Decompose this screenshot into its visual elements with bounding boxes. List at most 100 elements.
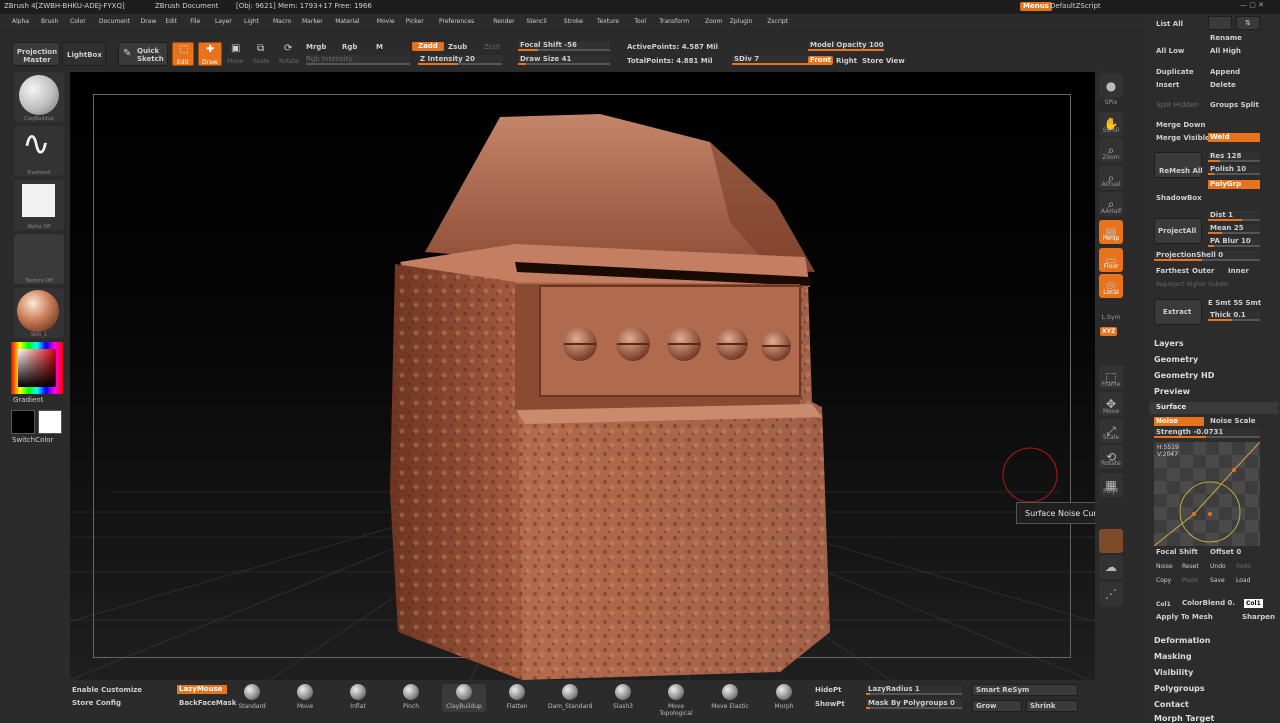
rename-button[interactable]: Rename — [1210, 34, 1242, 43]
menu-item-alpha[interactable]: Alpha — [12, 17, 29, 26]
color-square[interactable] — [18, 349, 56, 387]
menu-item-texture[interactable]: Texture — [597, 17, 619, 26]
sharpen-button[interactable]: Sharpen — [1242, 613, 1275, 622]
shrink-button[interactable]: Shrink — [1026, 700, 1078, 712]
menu-item-material[interactable]: Material — [335, 17, 359, 26]
all-low-button[interactable]: All Low — [1156, 47, 1184, 56]
layers-section[interactable]: Layers — [1154, 339, 1184, 348]
zsub-button[interactable]: Zsub — [448, 43, 467, 52]
curve-copy-button[interactable]: Copy — [1156, 576, 1171, 585]
brush-claybuildup[interactable]: ClayBuildup — [442, 684, 486, 712]
brush-move-topological[interactable]: Move Topological — [654, 684, 698, 717]
showpt-button[interactable]: ShowPt — [815, 700, 845, 709]
curve-load-button[interactable]: Load — [1236, 576, 1250, 585]
menu-item-macro[interactable]: Macro — [273, 17, 291, 26]
polish-slider[interactable]: Polish 10 — [1208, 165, 1260, 175]
duplicate-button[interactable]: Duplicate — [1156, 68, 1194, 77]
curve-reset-button[interactable]: Reset — [1182, 562, 1199, 571]
bpr-button[interactable]: ● — [1099, 74, 1123, 98]
lsym-button[interactable]: L.Sym — [1095, 314, 1127, 321]
projection-master-button[interactable]: Projection Master — [12, 42, 60, 66]
geometry-hd-section[interactable]: Geometry HD — [1154, 371, 1214, 380]
menu-item-preferences[interactable]: Preferences — [439, 17, 474, 26]
col-button[interactable]: Col1 — [1156, 600, 1171, 609]
color-picker[interactable] — [11, 342, 63, 394]
rgb-button[interactable]: Rgb — [342, 43, 357, 52]
offset-slider[interactable]: Offset 0 — [1210, 548, 1241, 557]
noise-scale-slider[interactable]: Noise Scale — [1210, 417, 1255, 426]
smart-resym-button[interactable]: Smart ReSym — [972, 684, 1078, 696]
all-high-button[interactable]: All High — [1210, 47, 1241, 56]
sdiv-slider[interactable]: SDiv 7 — [732, 55, 810, 65]
dynamic-button[interactable]: ⋰ — [1099, 582, 1123, 606]
alpha-picker[interactable]: Alpha Off — [14, 180, 64, 230]
list-all-button[interactable]: List All — [1156, 20, 1183, 29]
merge-visible-button[interactable]: Merge Visible — [1156, 134, 1210, 143]
menu-item-light[interactable]: Light — [244, 17, 259, 26]
solo-button[interactable]: ☁ — [1099, 555, 1123, 579]
draw-size-slider[interactable]: Draw Size 41 — [518, 55, 610, 65]
surface-header[interactable]: Surface — [1150, 402, 1278, 414]
mrgb-button[interactable]: Mrgb — [306, 43, 326, 52]
quick-sketch-button[interactable]: ✎ Quick Sketch — [118, 42, 168, 66]
hidept-button[interactable]: HidePt — [815, 686, 842, 695]
arrow-up-button[interactable] — [1208, 16, 1232, 30]
mask-by-polygroups-slider[interactable]: Mask By Polygroups 0 — [866, 699, 962, 709]
inner-button[interactable]: Inner — [1228, 267, 1249, 276]
color-blend-slider[interactable]: ColorBlend 0. — [1182, 599, 1235, 608]
menu-item-edit[interactable]: Edit — [165, 17, 177, 26]
morph-target-section[interactable]: Morph Target — [1154, 714, 1214, 723]
brush-flatten[interactable]: Flatten — [495, 684, 539, 710]
remesh-all-button[interactable]: ReMesh All — [1154, 152, 1203, 178]
col2-swatch[interactable]: Col1 — [1244, 599, 1263, 608]
default-zscript-button[interactable]: DefaultZScript — [1050, 2, 1101, 11]
switch-color-button[interactable]: SwitchColor — [12, 436, 53, 445]
outer-button[interactable]: Outer — [1192, 267, 1214, 276]
dist-slider[interactable]: Dist 1 — [1208, 211, 1260, 221]
merge-down-button[interactable]: Merge Down — [1156, 121, 1205, 130]
brush-picker[interactable]: ClayBuildup — [14, 72, 64, 122]
brush-slash3[interactable]: Slash3 — [601, 684, 645, 710]
stroke-picker[interactable]: ∿ Freehand — [14, 124, 64, 176]
masking-section[interactable]: Masking — [1154, 652, 1192, 661]
polygroups-section[interactable]: Polygroups — [1154, 684, 1205, 693]
menu-item-zplugin[interactable]: Zplugin — [730, 17, 753, 26]
document-canvas[interactable]: Surface Noise Curve — [70, 72, 1095, 680]
lightbox-button[interactable]: LightBox — [62, 42, 106, 66]
window-controls[interactable]: — ▢ ✕ — [1240, 1, 1264, 10]
texture-picker[interactable]: Texture Off — [14, 234, 64, 284]
brush-dam-standard[interactable]: Dam_Standard — [548, 684, 592, 710]
menu-item-document[interactable]: Document — [99, 17, 130, 26]
z-intensity-slider[interactable]: Z Intensity 20 — [418, 55, 502, 65]
extract-button[interactable]: Extract — [1154, 299, 1202, 325]
menu-item-movie[interactable]: Movie — [377, 17, 395, 26]
brush-morph[interactable]: Morph — [762, 684, 806, 710]
main-color-swatch[interactable] — [38, 410, 62, 434]
store-view-button[interactable]: Store View — [862, 57, 905, 66]
insert-button[interactable]: Insert — [1156, 81, 1179, 90]
res-slider[interactable]: Res 128 — [1208, 152, 1260, 162]
secondary-color-swatch[interactable] — [11, 410, 35, 434]
model-viewport[interactable] — [70, 72, 1095, 680]
menu-item-transform[interactable]: Transform — [659, 17, 689, 26]
model-opacity-slider[interactable]: Model Opacity 100 — [808, 41, 884, 51]
noise-button[interactable]: Noise — [1154, 417, 1204, 426]
rgb-intensity-slider[interactable]: Rgb Intensity — [306, 55, 410, 65]
brush-inflat[interactable]: Inflat — [336, 684, 380, 710]
gradient-toggle[interactable]: Gradient — [13, 396, 43, 405]
scale-mode-button[interactable]: ⧉ Scale — [252, 42, 272, 66]
menu-item-layer[interactable]: Layer — [215, 17, 232, 26]
append-button[interactable]: Append — [1210, 68, 1240, 77]
strength-slider[interactable]: Strength -0.0731 — [1154, 428, 1260, 438]
visibility-section[interactable]: Visibility — [1154, 668, 1193, 677]
groups-split-button[interactable]: Groups Split — [1210, 101, 1259, 110]
menu-item-color[interactable]: Color — [70, 17, 86, 26]
curve-paste-button[interactable]: Paste — [1182, 576, 1198, 585]
apply-to-mesh-button[interactable]: Apply To Mesh — [1156, 613, 1213, 622]
move-mode-button[interactable]: ▣ Move — [226, 42, 246, 66]
menu-item-marker[interactable]: Marker — [302, 17, 323, 26]
menu-item-draw[interactable]: Draw — [141, 17, 157, 26]
pa-blur-slider[interactable]: PA Blur 10 — [1208, 237, 1260, 247]
right-view-button[interactable]: Right — [836, 57, 857, 66]
deformation-section[interactable]: Deformation — [1154, 636, 1210, 645]
